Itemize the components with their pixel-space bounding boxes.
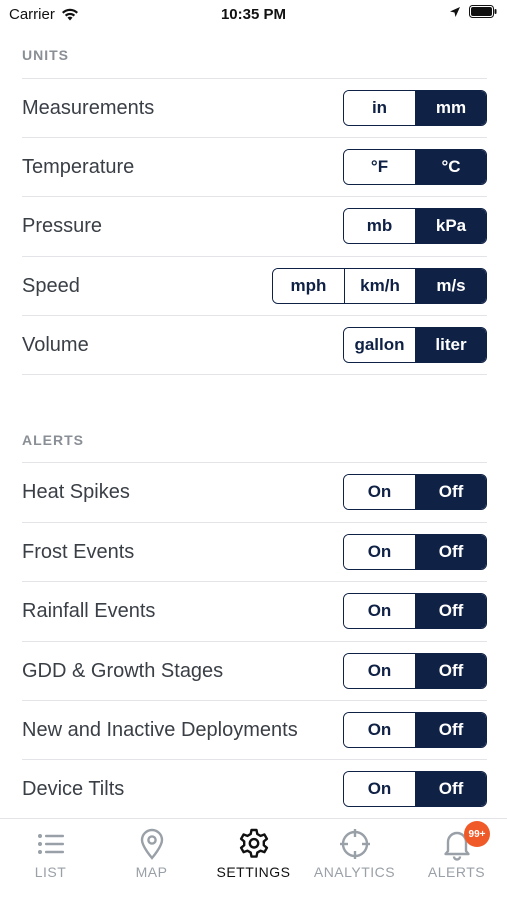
tab-label: ANALYTICS <box>313 864 396 880</box>
segment-option-liter[interactable]: liter <box>415 328 486 362</box>
toggle-on-option[interactable]: On <box>344 772 415 806</box>
toggle-off-option[interactable]: Off <box>415 654 486 688</box>
toggle-off-option[interactable]: Off <box>415 713 486 747</box>
status-time: 10:35 PM <box>220 6 287 23</box>
temperature-segmented-control: °F °C <box>343 149 487 185</box>
row-label: Heat Spikes <box>22 481 130 503</box>
alerts-row-device-tilts: Device Tilts On Off <box>22 759 487 819</box>
row-label: Volume <box>22 334 89 356</box>
heat-spikes-toggle: On Off <box>343 474 487 510</box>
tab-label: ALERTS <box>427 864 486 880</box>
row-label: Rainfall Events <box>22 600 156 622</box>
map-pin-icon <box>140 828 163 860</box>
segment-option-ms[interactable]: m/s <box>415 269 486 303</box>
status-bar: Carrier 10:35 PM <box>0 0 507 30</box>
tab-map[interactable]: MAP <box>101 819 202 901</box>
tab-bar: LIST MAP SETTINGS ANALYTICS 99+ ALERTS <box>0 818 507 901</box>
tab-label: SETTINGS <box>216 864 291 880</box>
segment-option-in[interactable]: in <box>344 91 415 125</box>
tab-list[interactable]: LIST <box>0 819 101 901</box>
new-inactive-deployments-toggle: On Off <box>343 712 487 748</box>
segment-option-kpa[interactable]: kPa <box>415 209 486 243</box>
alerts-row-heat-spikes: Heat Spikes On Off <box>22 462 487 522</box>
segment-option-fahrenheit[interactable]: °F <box>344 150 415 184</box>
battery-icon <box>469 5 497 18</box>
notification-badge: 99+ <box>464 821 490 847</box>
alerts-row-rainfall-events: Rainfall Events On Off <box>22 581 487 641</box>
tab-analytics[interactable]: ANALYTICS <box>304 819 405 901</box>
pressure-segmented-control: mb kPa <box>343 208 487 244</box>
units-row-pressure: Pressure mb kPa <box>22 196 487 256</box>
segment-option-mm[interactable]: mm <box>415 91 486 125</box>
units-row-temperature: Temperature °F °C <box>22 137 487 197</box>
units-section-header: UNITS <box>22 47 69 63</box>
toggle-off-option[interactable]: Off <box>415 594 486 628</box>
gear-icon <box>239 828 268 858</box>
row-label: Device Tilts <box>22 778 125 800</box>
units-bottom-divider <box>22 374 487 375</box>
units-row-volume: Volume gallon liter <box>22 315 487 375</box>
speed-segmented-control: mph km/h m/s <box>272 268 487 304</box>
alerts-row-gdd-growth-stages: GDD & Growth Stages On Off <box>22 641 487 701</box>
alerts-section-header: ALERTS <box>22 432 84 448</box>
rainfall-events-toggle: On Off <box>343 593 487 629</box>
units-row-measurements: Measurements in mm <box>22 78 487 138</box>
row-label: Speed <box>22 275 80 297</box>
segment-option-celsius[interactable]: °C <box>415 150 486 184</box>
segment-option-mph[interactable]: mph <box>273 269 344 303</box>
row-label: Frost Events <box>22 541 135 563</box>
alerts-row-frost-events: Frost Events On Off <box>22 522 487 582</box>
toggle-off-option[interactable]: Off <box>415 475 486 509</box>
toggle-on-option[interactable]: On <box>344 713 415 747</box>
crosshair-icon <box>339 829 370 859</box>
row-label: Pressure <box>22 215 103 237</box>
units-row-speed: Speed mph km/h m/s <box>22 256 487 316</box>
toggle-on-option[interactable]: On <box>344 475 415 509</box>
tab-alerts[interactable]: 99+ ALERTS <box>406 819 507 901</box>
toggle-on-option[interactable]: On <box>344 594 415 628</box>
volume-segmented-control: gallon liter <box>343 327 487 363</box>
segment-option-mb[interactable]: mb <box>344 209 415 243</box>
frost-events-toggle: On Off <box>343 534 487 570</box>
tab-label: MAP <box>135 864 168 880</box>
row-label: Temperature <box>22 156 135 178</box>
device-tilts-toggle: On Off <box>343 771 487 807</box>
gdd-growth-stages-toggle: On Off <box>343 653 487 689</box>
row-label: GDD & Growth Stages <box>22 660 224 682</box>
toggle-off-option[interactable]: Off <box>415 772 486 806</box>
toggle-on-option[interactable]: On <box>344 535 415 569</box>
row-label: Measurements <box>22 97 155 119</box>
measurements-segmented-control: in mm <box>343 90 487 126</box>
tab-label: LIST <box>34 864 67 880</box>
segment-option-kmh[interactable]: km/h <box>344 269 415 303</box>
list-icon <box>37 834 64 854</box>
location-arrow-icon <box>450 6 460 17</box>
alerts-row-new-inactive-deployments: New and Inactive Deployments On Off <box>22 700 487 760</box>
toggle-on-option[interactable]: On <box>344 654 415 688</box>
row-label: New and Inactive Deployments <box>22 719 298 741</box>
toggle-off-option[interactable]: Off <box>415 535 486 569</box>
segment-option-gallon[interactable]: gallon <box>344 328 415 362</box>
tab-settings[interactable]: SETTINGS <box>203 819 304 901</box>
